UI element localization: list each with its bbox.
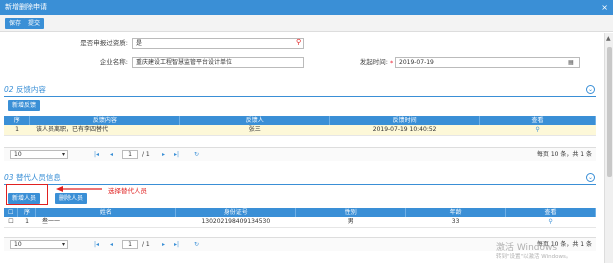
refresh-icon[interactable]: ↻ [194,238,199,252]
col-header: 反馈时间 [329,116,481,125]
feedback-table: 序 反馈内容 反馈人 反馈时间 查看 1 该人员离职，已有李四替代 张三 201… [4,116,596,136]
prev-page-icon[interactable]: ◂ [110,238,113,252]
feedback-content: 该人员离职，已有李四替代 [29,125,180,136]
next-page-icon[interactable]: ▸ [162,238,165,252]
window-title: 新增删除申请 [5,3,47,11]
table-row[interactable]: ☐ 1 叁一一 130202198409134530 男 33 ⚲ [4,217,596,228]
first-page-icon[interactable]: |◂ [94,148,99,162]
col-header: 序 [4,116,31,125]
col-header: 性别 [295,208,407,217]
company-input[interactable]: 重庆建设工程智慧监管平台设计单位 [132,57,304,68]
col-header: 年龄 [405,208,507,217]
person-id: 130202198409134530 [175,217,296,228]
last-page-icon[interactable]: ▸| [174,148,179,162]
scroll-thumb[interactable] [607,47,612,177]
table-row[interactable]: 1 该人员离职，已有李四替代 张三 2019-07-19 10:40:52 ⚲ [4,125,596,136]
company-label: 企业名称: [99,58,128,66]
is-deleted-input[interactable]: 是 [132,38,304,49]
annotation-text: 选择替代人员 [108,187,147,195]
save-button[interactable]: 保存 [5,18,26,29]
row-checkbox[interactable]: ☐ [4,217,18,228]
row-number: 1 [17,217,36,228]
last-page-icon[interactable]: ▸| [174,238,179,252]
feedback-time: 2019-07-19 10:40:52 [329,125,480,136]
section-title-feedback: 02 反馈内容 [4,84,46,96]
date-label: 发起时间: [359,58,388,66]
annotation-arrow [56,186,102,192]
vertical-scrollbar[interactable]: ▲ [604,33,613,263]
prev-page-icon[interactable]: ◂ [110,148,113,162]
annotation-highlight-box [6,184,48,205]
page-size-value: 10 [14,151,22,158]
submit-button[interactable]: 提交 [24,18,45,29]
section-number: 03 [4,173,14,182]
date-input[interactable]: 2019-07-19 [395,57,580,68]
person-name: 叁一一 [35,217,176,228]
section-divider [4,96,596,97]
page-size-select[interactable]: 10 ▾ [10,240,68,249]
window-titlebar: 新增删除申请 × [0,0,613,15]
is-deleted-label: 是否申报过资质: [80,39,128,47]
col-header: 姓名 [35,208,177,217]
scroll-up-icon[interactable]: ▲ [606,35,611,42]
replacement-table: ☐ 序 姓名 身份证号 性别 年龄 查看 ☐ 1 叁一一 13020219840… [4,208,596,228]
collapse-icon[interactable]: ⌄ [586,173,595,182]
section-number: 02 [4,85,14,94]
row-number: 1 [4,125,30,136]
select-all-checkbox[interactable]: ☐ [4,208,19,217]
person-age: 33 [405,217,506,228]
activation-watermark-subtitle: 转到"设置"以激活 Windows。 [496,254,572,260]
search-icon[interactable]: ⚲ [296,38,301,46]
add-feedback-button[interactable]: 新增反馈 [8,100,41,111]
toolbar: 保存 提交 [0,15,613,32]
col-header: 序 [17,208,37,217]
col-header: 身份证号 [175,208,297,217]
pagination: 10 ▾ |◂ ◂ 1 / 1 ▸ ▸| ↻ 每页 10 条，共 1 条 [4,147,596,161]
page-number-input[interactable]: 1 [122,150,138,159]
close-icon[interactable]: × [601,0,608,15]
section-label: 替代人员信息 [15,173,61,182]
collapse-icon[interactable]: ⌄ [586,85,595,94]
col-header: 反馈人 [179,116,331,125]
pager-summary: 每页 10 条，共 1 条 [536,151,592,158]
page-size-value: 10 [14,241,22,248]
first-page-icon[interactable]: |◂ [94,238,99,252]
page-number-input[interactable]: 1 [122,240,138,249]
col-header: 查看 [479,116,596,125]
col-header: 反馈内容 [29,116,181,125]
section-title-replacement: 03 替代人员信息 [4,172,61,184]
section-label: 反馈内容 [15,85,46,94]
person-gender: 男 [295,217,406,228]
required-mark: * [390,59,394,67]
col-header: 查看 [505,208,596,217]
next-page-icon[interactable]: ▸ [162,148,165,162]
calendar-icon[interactable]: ▦ [568,57,574,68]
page-size-select[interactable]: 10 ▾ [10,150,68,159]
feedback-person: 张三 [179,125,330,136]
view-icon[interactable]: ⚲ [505,217,596,228]
delete-person-button[interactable]: 删除人员 [55,193,88,204]
refresh-icon[interactable]: ↻ [194,148,199,162]
total-pages: / 1 [142,151,150,158]
view-icon[interactable]: ⚲ [479,125,596,136]
total-pages: / 1 [142,241,150,248]
